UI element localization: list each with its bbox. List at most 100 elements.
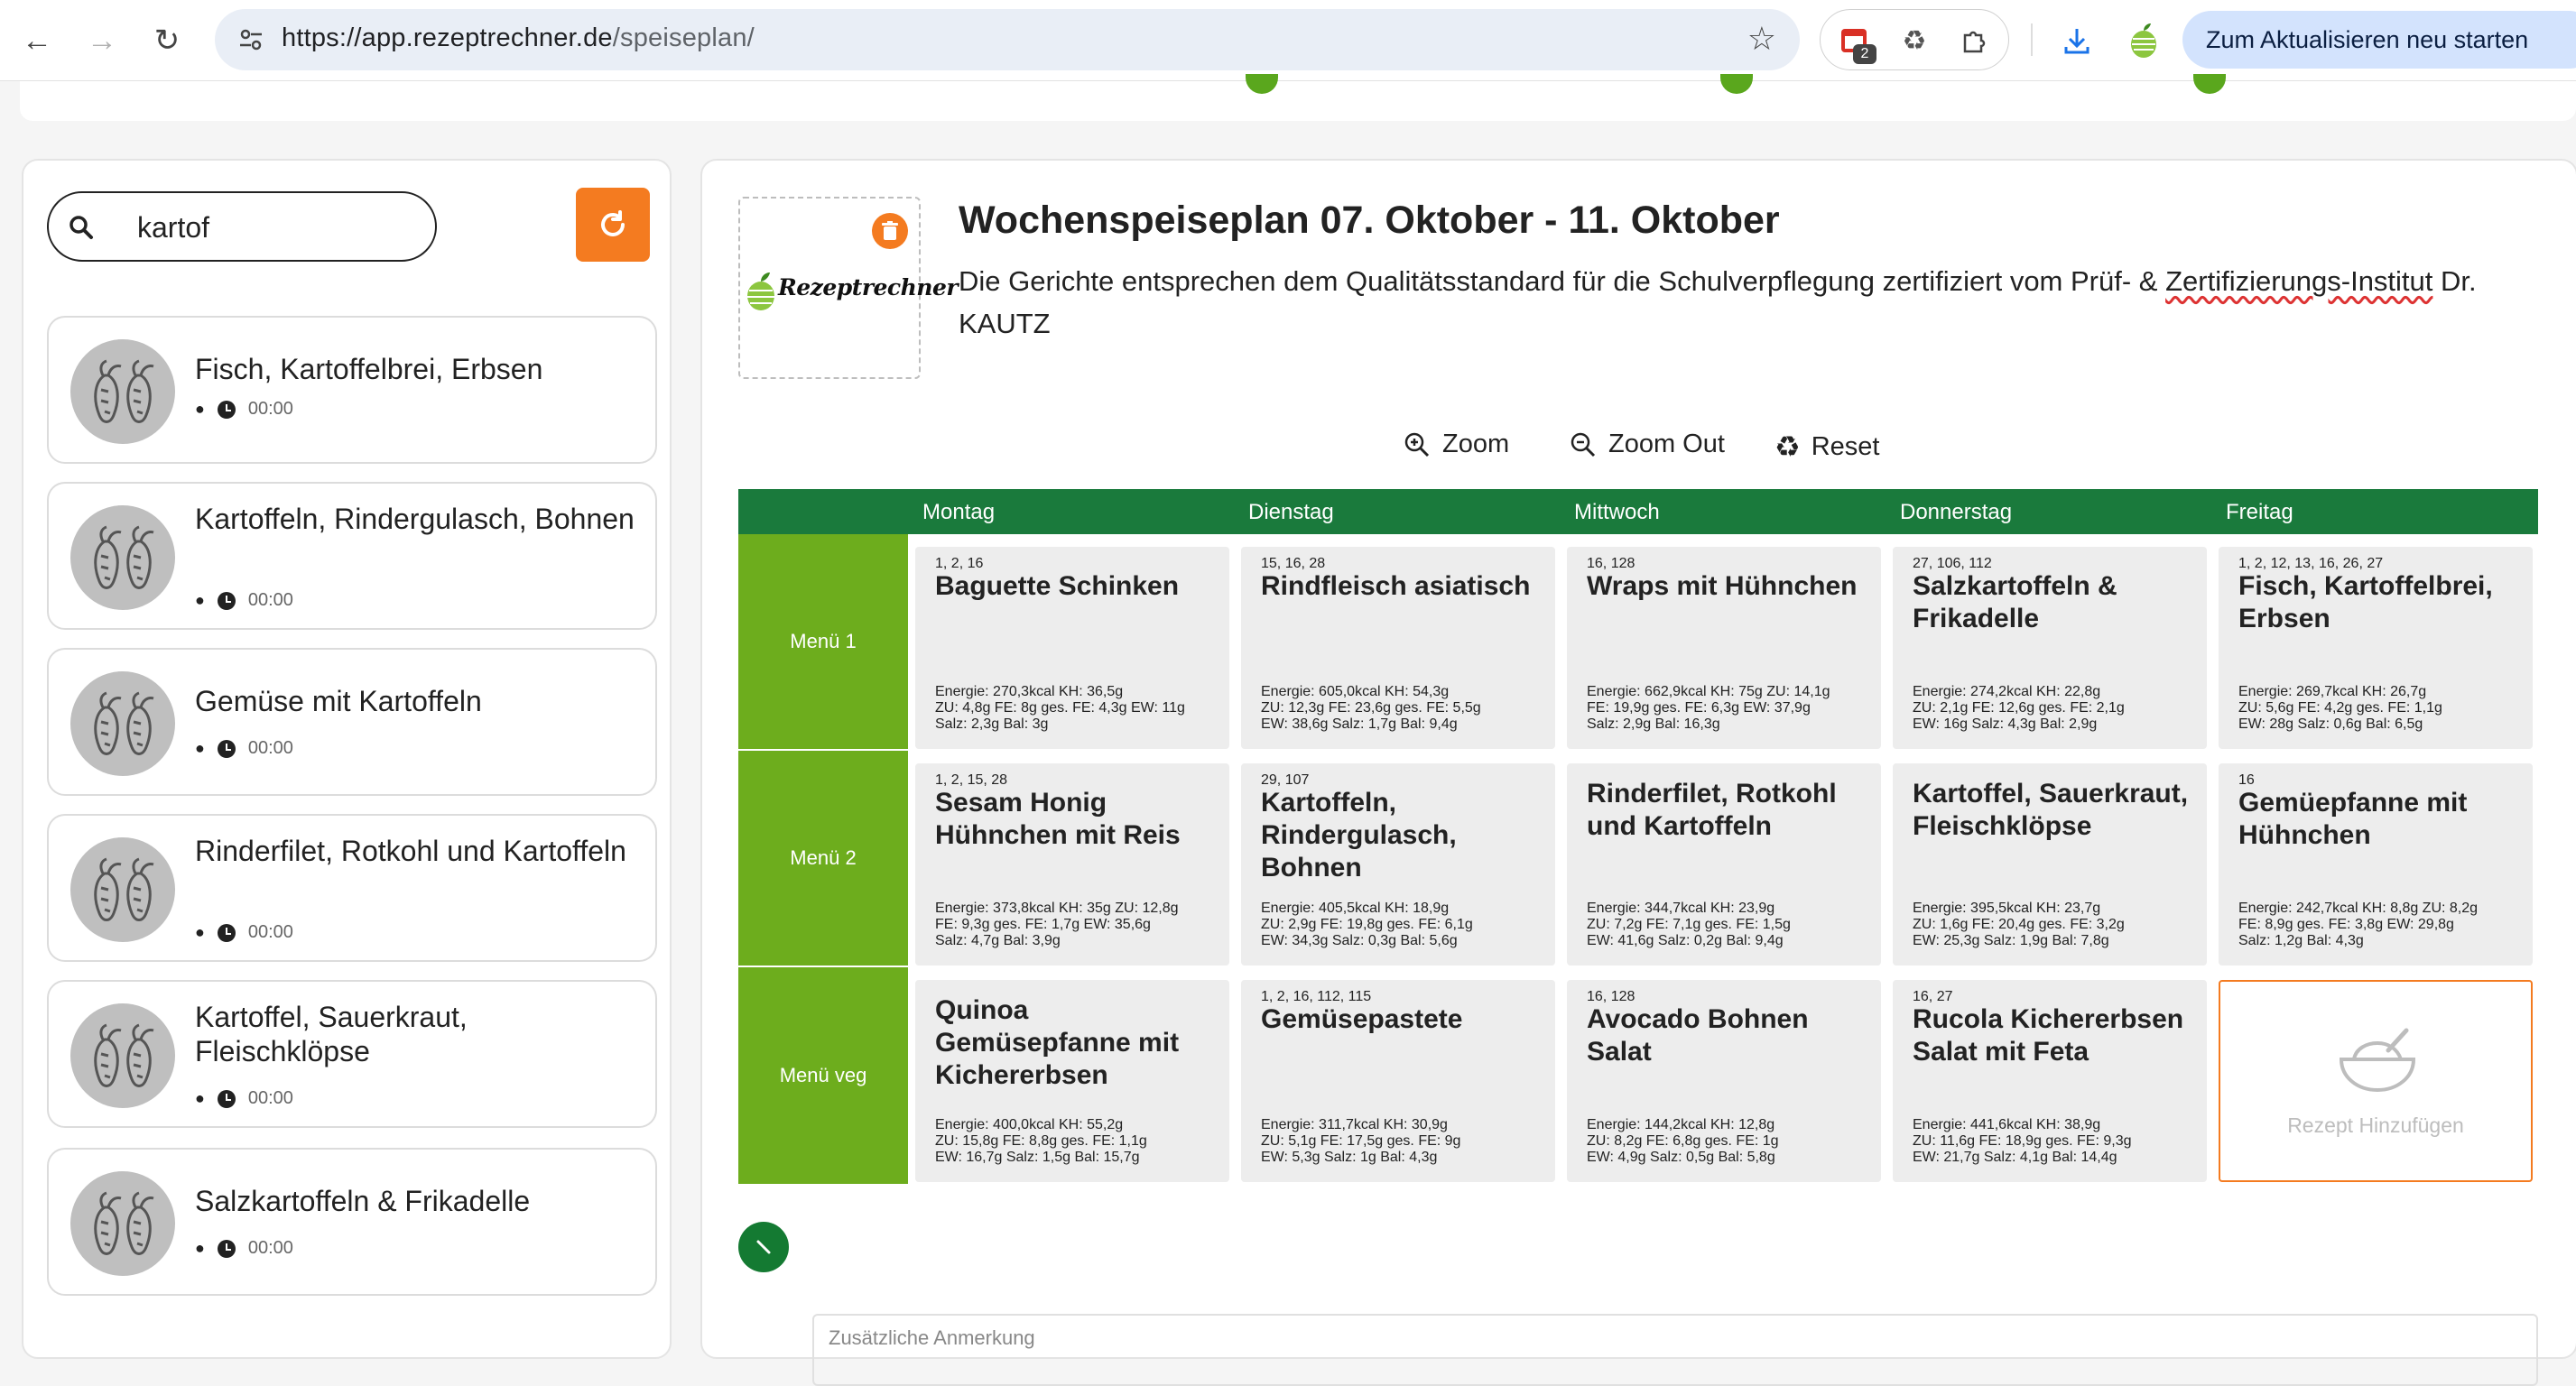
nutrition-line: ZU: 8,2g FE: 6,8g ges. FE: 1g <box>1587 1133 1779 1149</box>
toolbar-separator <box>2031 23 2033 56</box>
site-info-icon[interactable] <box>231 20 271 60</box>
recipe-card[interactable]: Kartoffel, Sauerkraut, Fleischklöpse ● 00:… <box>47 980 657 1128</box>
recipe-card[interactable]: Rinderfilet, Rotkohl und Kartoffeln ● 00:0… <box>47 814 657 962</box>
nutrition-info: Energie: 373,8kcal KH: 35g ZU: 12,8g FE: … <box>935 901 1224 949</box>
day-header: Freitag <box>2226 500 2293 524</box>
logo-dropzone[interactable]: Rezeptrechner <box>738 197 959 379</box>
refresh-icon <box>601 210 625 236</box>
back-icon[interactable]: ← <box>16 20 58 61</box>
nutrition-line: Energie: 144,2kcal KH: 12,8g <box>1587 1117 1775 1132</box>
recipe-title: Kartoffel, Sauerkraut, Fleischklöpse <box>195 1001 468 1067</box>
clock-icon <box>217 923 236 942</box>
download-icon[interactable] <box>2056 20 2098 61</box>
meal-cell[interactable]: 1, 2, 16, 112, 115 Gemüsepastete Energie: … <box>1241 980 1555 1182</box>
nutrition-line: ZU: 5,1g FE: 17,5g ges. FE: 9g <box>1261 1133 1461 1149</box>
meal-cell[interactable]: 29, 107 Kartoffeln, Rindergulasch, Bohnen… <box>1241 763 1555 966</box>
notes-field[interactable]: Zusätzliche Anmerkung <box>812 1314 2538 1386</box>
meal-cell[interactable]: 16, 128 Wraps mit Hühnchen Energie: 662,9k… <box>1567 547 1881 749</box>
recipe-search-input[interactable]: kartof <box>47 191 437 262</box>
nutrition-line: EW: 38,6g Salz: 1,7g Bal: 9,4g <box>1261 716 1458 732</box>
meal-cell[interactable]: 16, 27 Rucola Kichererbsen Salat mit Feta… <box>1893 980 2207 1182</box>
carrot-thumbnail-icon <box>70 505 175 610</box>
meal-cell[interactable]: Kartoffel, Sauerkraut, Fleischklöpse Ener… <box>1893 763 2207 966</box>
dish-name: Baguette Schinken <box>935 571 1180 601</box>
meal-cell[interactable]: 1, 2, 15, 28 Sesam Honig Hühnchen mit Rei… <box>915 763 1229 966</box>
puzzle-extensions-icon[interactable] <box>1956 23 1992 59</box>
zoom-out-button[interactable]: Zoom Out <box>1569 430 1725 459</box>
meal-cell[interactable]: Quinoa Gemüsepfanne mit Kichererbsen Ener… <box>915 980 1229 1182</box>
meal-cell[interactable]: 1, 2, 12, 13, 16, 26, 27 Fisch, Kartoffel… <box>2219 547 2533 749</box>
meal-cell[interactable]: 15, 16, 28 Rindfleisch asiatisch Energie: … <box>1241 547 1555 749</box>
recipe-meta: ● 00:00 <box>195 1088 293 1109</box>
delete-logo-button[interactable] <box>872 213 908 249</box>
nutrition-line: EW: 4,9g Salz: 0,5g Bal: 5,8g <box>1587 1150 1775 1165</box>
recipe-time: 00:00 <box>247 922 293 942</box>
trash-icon <box>882 221 898 240</box>
clock-icon <box>217 1089 236 1108</box>
meal-cell[interactable]: 27, 106, 112 Salzkartoffeln & Frikadelle E… <box>1893 547 2207 749</box>
day-header: Montag <box>922 500 996 524</box>
dish-name: Avocado Bohnen Salat <box>1587 1004 1809 1067</box>
url-host: https://app.rezeptrechner.de <box>282 23 613 52</box>
nutrition-info: Energie: 400,0kcal KH: 55,2g ZU: 15,8g FE… <box>935 1117 1224 1166</box>
logo-text: Rezeptrechner <box>778 274 959 300</box>
nutrition-line: Energie: 373,8kcal KH: 35g ZU: 12,8g <box>935 901 1179 916</box>
carrot-thumbnail-icon <box>70 1171 175 1276</box>
clock-icon <box>217 400 236 419</box>
bowl-icon <box>2332 1023 2423 1095</box>
edit-button[interactable] <box>738 1222 789 1272</box>
plan-subtitle: Die Gerichte entsprechen dem Qualitätsst… <box>959 260 2547 345</box>
meal-cell[interactable]: 1, 2, 16 Baguette Schinken Energie: 270,3k… <box>915 547 1229 749</box>
page-title: Wochenspeiseplan 07. Oktober - 11. Oktob… <box>959 199 1780 242</box>
dish-name: Quinoa Gemüsepfanne mit Kichererbsen <box>935 995 1180 1090</box>
recycle-icon: ♻ <box>1774 430 1801 463</box>
apple-extension-icon[interactable] <box>2123 20 2164 61</box>
reset-label: Reset <box>1811 431 1880 461</box>
nutrition-line: Energie: 311,7kcal KH: 30,9g <box>1261 1117 1448 1132</box>
reset-button[interactable]: ♻ Reset <box>1774 430 1879 464</box>
notes-placeholder: Zusätzliche Anmerkung <box>829 1326 1035 1349</box>
nutrition-info: Energie: 274,2kcal KH: 22,8g ZU: 2,1g FE:… <box>1913 684 2201 733</box>
nutrition-line: FE: 8,9g ges. FE: 3,8g EW: 29,8g <box>2238 917 2454 932</box>
recycle-extension-icon[interactable]: ♻ <box>1896 23 1932 59</box>
zoom-in-button[interactable]: Zoom <box>1403 430 1509 459</box>
recipe-meta: ● 00:00 <box>195 738 293 759</box>
zoom-in-label: Zoom <box>1442 430 1510 458</box>
recipe-card[interactable]: Salzkartoffeln & Frikadelle ● 00:00 <box>47 1148 657 1296</box>
reload-icon[interactable]: ↻ <box>146 20 188 61</box>
nutrition-line: FE: 19,9g ges. FE: 6,3g EW: 37,9g <box>1587 700 1811 716</box>
dish-name: Salzkartoffeln & Frikadelle <box>1913 571 2117 633</box>
forward-icon[interactable]: → <box>81 20 123 61</box>
extension-badge: 2 <box>1853 44 1876 64</box>
clock-icon <box>217 739 236 758</box>
nutrition-line: ZU: 5,6g FE: 4,2g ges. FE: 1,1g <box>2238 700 2442 716</box>
person-icon: ● <box>195 923 205 941</box>
url-path: /speiseplan/ <box>612 23 755 52</box>
recipe-title: Fisch, Kartoffelbrei, Erbsen <box>195 353 543 385</box>
nutrition-info: Energie: 395,5kcal KH: 23,7g ZU: 1,6g FE:… <box>1913 901 2201 949</box>
nutrition-line: EW: 5,3g Salz: 1g Bal: 4,3g <box>1261 1150 1438 1165</box>
nutrition-line: Energie: 605,0kcal KH: 54,3g <box>1261 684 1450 699</box>
address-bar[interactable]: https://app.rezeptrechner.de/speiseplan/… <box>215 9 1800 70</box>
nutrition-line: EW: 41,6g Salz: 0,2g Bal: 9,4g <box>1587 933 1784 948</box>
nutrition-line: Energie: 405,5kcal KH: 18,9g <box>1261 901 1450 916</box>
recipe-card[interactable]: Fisch, Kartoffelbrei, Erbsen ● 00:00 <box>47 316 657 464</box>
meal-cell[interactable]: 16 Gemüepfanne mit Hühnchen Energie: 242,7… <box>2219 763 2533 966</box>
recipe-card[interactable]: Kartoffeln, Rindergulasch, Bohnen ● 00:00 <box>47 482 657 630</box>
url-text: https://app.rezeptrechner.de/speiseplan/ <box>282 23 755 53</box>
recipe-card[interactable]: Gemüse mit Kartoffeln ● 00:00 <box>47 648 657 796</box>
nutrition-line: EW: 34,3g Salz: 0,3g Bal: 5,6g <box>1261 933 1458 948</box>
refresh-button[interactable] <box>576 188 650 262</box>
meal-cell[interactable]: 16, 128 Avocado Bohnen Salat Energie: 144,… <box>1567 980 1881 1182</box>
recipe-meta: ● 00:00 <box>195 922 293 943</box>
meal-cell[interactable]: Rinderfilet, Rotkohl und Kartoffeln Energ… <box>1567 763 1881 966</box>
dish-name: Gemüsepastete <box>1261 1004 1463 1034</box>
recipe-sidebar: kartof Fisch, Kartoffelbrei, Erbsen ● 00:0… <box>22 159 672 1359</box>
grid-header: Montag Dienstag Mittwoch Donnerstag Freitag <box>738 489 2538 534</box>
nutrition-line: Energie: 400,0kcal KH: 55,2g <box>935 1117 1124 1132</box>
nutrition-line: Energie: 274,2kcal KH: 22,8g <box>1913 684 2101 699</box>
day-header: Donnerstag <box>1900 500 2013 524</box>
relaunch-update-button[interactable]: Zum Aktualisieren neu starten <box>2182 11 2576 69</box>
add-recipe-slot[interactable]: Rezept Hinzufügen <box>2219 980 2533 1182</box>
bookmark-star-icon[interactable]: ☆ <box>1747 20 1776 58</box>
